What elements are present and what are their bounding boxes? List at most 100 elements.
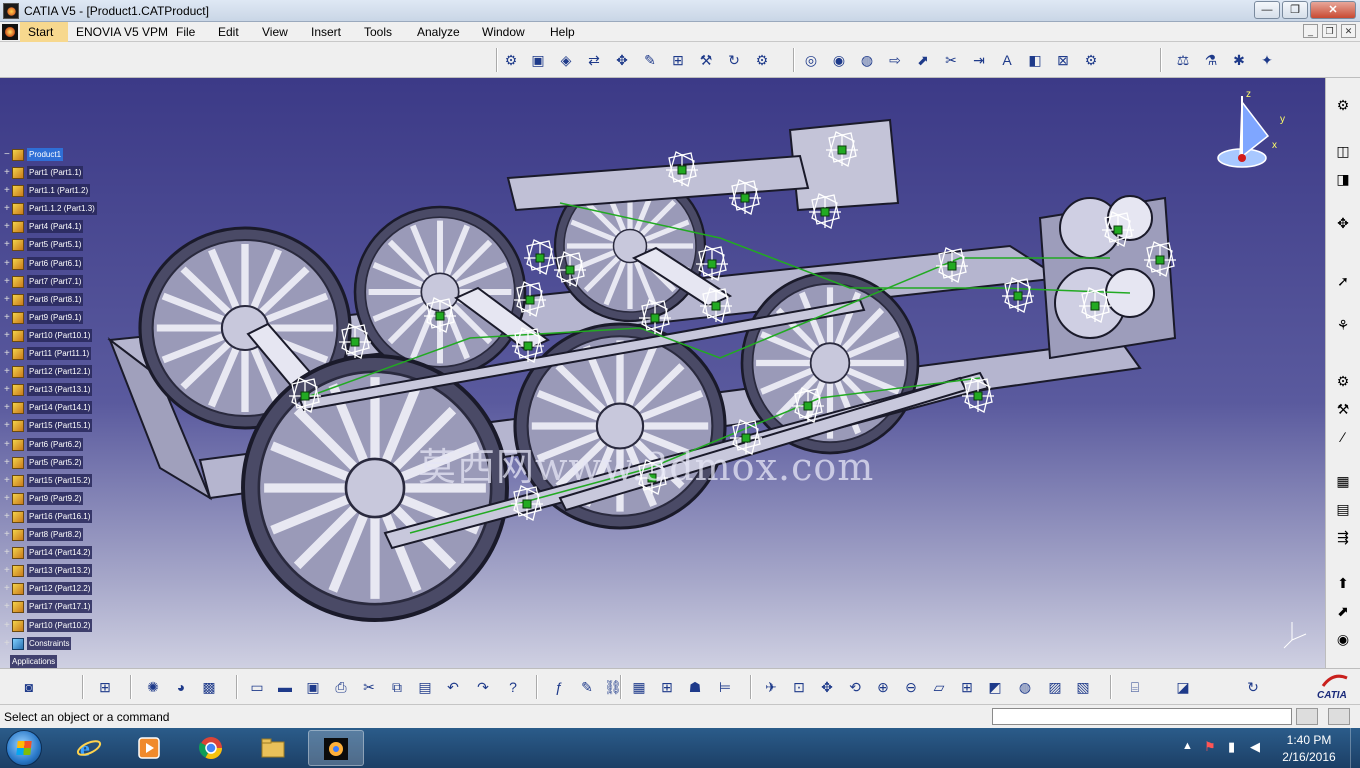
action-center-icon[interactable]: ⚑ [1204,739,1216,755]
publish-icon[interactable]: ⬆ [1332,572,1354,594]
generate-numbering-icon[interactable]: ▦ [1332,470,1354,492]
scenes-icon[interactable]: ⇶ [1332,526,1354,548]
constraint-options-icon[interactable]: ⚙ [1080,49,1102,71]
catia-app-icon[interactable] [3,3,19,19]
taskbar-media-player[interactable] [122,730,178,766]
3d-viewport[interactable]: z y x 莫西网www.3dmox.com [0,78,1325,668]
network-icon[interactable]: ▮ [1228,739,1235,755]
quick-constraint-icon[interactable]: ⇥ [968,49,990,71]
distribute-icon[interactable]: ◉ [1332,628,1354,650]
clock-time[interactable]: 1:40 PM [1272,733,1346,747]
iso-view-icon[interactable]: ◩ [984,676,1006,698]
tree-expand-icon[interactable]: + [4,420,10,431]
tray-expand-icon[interactable]: ▲ [1182,740,1193,752]
open-file-icon[interactable]: ▬ [274,676,296,698]
coincidence-constraint-icon[interactable]: ◎ [800,49,822,71]
snap-icon[interactable]: ✎ [639,49,661,71]
copy-icon[interactable]: ⧉ [386,676,408,698]
command-history-button[interactable] [1296,708,1318,725]
tree-expand-icon[interactable]: + [4,402,10,413]
locomotive-chassis-model[interactable] [0,78,1325,668]
taskbar-file-explorer[interactable] [246,730,302,766]
whats-this-icon[interactable]: ? [502,676,524,698]
menu-edit[interactable]: Edit [218,25,239,39]
zoom-in-icon[interactable]: ⊕ [872,676,894,698]
zoom-out-icon[interactable]: ⊖ [900,676,922,698]
pan-icon[interactable]: ✥ [816,676,838,698]
shading-icon[interactable]: ◍ [1014,676,1036,698]
select-icon[interactable]: ➚ [1332,270,1354,292]
undo-icon[interactable]: ↶ [442,676,464,698]
space-analysis-icon[interactable]: ⚙ [1332,370,1354,392]
normal-view-icon[interactable]: ⏥ [928,676,950,698]
graph-icon[interactable]: ⊞ [656,676,678,698]
taskbar-chrome[interactable] [184,730,240,766]
compass-icon[interactable]: z y x [1210,88,1290,172]
maximize-button[interactable]: ❐ [1282,1,1308,19]
clock-date[interactable]: 2/16/2016 [1272,750,1346,764]
rotate-icon[interactable]: ⟲ [844,676,866,698]
catalog-icon[interactable]: ⚘ [1332,314,1354,336]
tree-expand-icon[interactable]: + [4,276,10,287]
fix-component-icon[interactable]: ⬈ [912,49,934,71]
taskbar-internet-explorer[interactable]: e [62,730,118,766]
explode-icon[interactable]: ⊞ [667,49,689,71]
tree-expand-icon[interactable]: + [4,620,10,631]
annotation-icon[interactable]: ∕ [1332,426,1354,448]
command-stop-button[interactable] [1328,708,1350,725]
sectioning-icon[interactable]: ✦ [1256,49,1278,71]
tree-expand-icon[interactable]: + [4,348,10,359]
new-file-icon[interactable]: ▭ [246,676,268,698]
measure-item-icon[interactable]: ⚗ [1200,49,1222,71]
clash-icon[interactable]: ✱ [1228,49,1250,71]
tree-expand-icon[interactable]: + [4,366,10,377]
tree-expand-icon[interactable]: + [4,312,10,323]
save-icon[interactable]: ▣ [302,676,324,698]
redo-icon[interactable]: ↷ [472,676,494,698]
volume-icon[interactable]: ◀ [1250,739,1260,755]
menu-insert[interactable]: Insert [311,25,341,39]
replace-component-icon[interactable]: ⇄ [583,49,605,71]
tree-expand-icon[interactable]: + [4,439,10,450]
move-icon[interactable]: ⚙ [1332,94,1354,116]
change-constraint-icon[interactable]: ◧ [1024,49,1046,71]
manipulation-tool-icon[interactable]: ✥ [1332,212,1354,234]
menu-tools[interactable]: Tools [364,25,392,39]
flexible-subassembly-icon[interactable]: A [996,49,1018,71]
knowledge-icon[interactable]: ⌸ [1124,676,1146,698]
fit-all-icon[interactable]: ⊡ [788,676,810,698]
manipulation-icon[interactable]: ✥ [611,49,633,71]
tree-expand-icon[interactable]: + [4,258,10,269]
hide-show-icon[interactable]: ▨ [1044,676,1066,698]
existing-component-icon[interactable]: ⚙ [500,49,522,71]
tree-expand-icon[interactable]: + [4,294,10,305]
tree-expand-icon[interactable]: + [4,221,10,232]
tree-expand-icon[interactable]: + [4,529,10,540]
windows-start-button[interactable] [6,730,42,766]
swap-space-icon[interactable]: ▧ [1072,676,1094,698]
update-icon[interactable]: ↻ [723,49,745,71]
cut-icon[interactable]: ✂ [358,676,380,698]
tree-expand-icon[interactable]: + [4,203,10,214]
tree-expand-icon[interactable]: + [4,330,10,341]
export-icon[interactable]: ⬈ [1332,600,1354,622]
tree-expand-icon[interactable]: + [4,601,10,612]
weld-icon[interactable]: ⚒ [1332,398,1354,420]
print-icon[interactable]: ⎙ [330,676,352,698]
tree-expand-icon[interactable]: + [4,475,10,486]
doc-minimize-button[interactable]: _ [1303,24,1318,38]
contact-constraint-icon[interactable]: ◉ [828,49,850,71]
catalog-browser-icon[interactable]: ⊞ [94,676,116,698]
angle-constraint-icon[interactable]: ⇨ [884,49,906,71]
menu-window[interactable]: Window [482,25,525,39]
multi-view-icon[interactable]: ⊞ [956,676,978,698]
formula-icon[interactable]: ƒ [548,676,570,698]
menu-analyze[interactable]: Analyze [417,25,460,39]
explode-view-icon[interactable]: ◨ [1332,168,1354,190]
close-button[interactable]: ✕ [1310,1,1356,19]
tree-expand-icon[interactable]: + [4,638,10,649]
menu-view[interactable]: View [262,25,288,39]
doc-close-button[interactable]: ✕ [1341,24,1356,38]
command-input[interactable] [992,708,1292,725]
stop-manipulate-icon[interactable]: ⚒ [695,49,717,71]
